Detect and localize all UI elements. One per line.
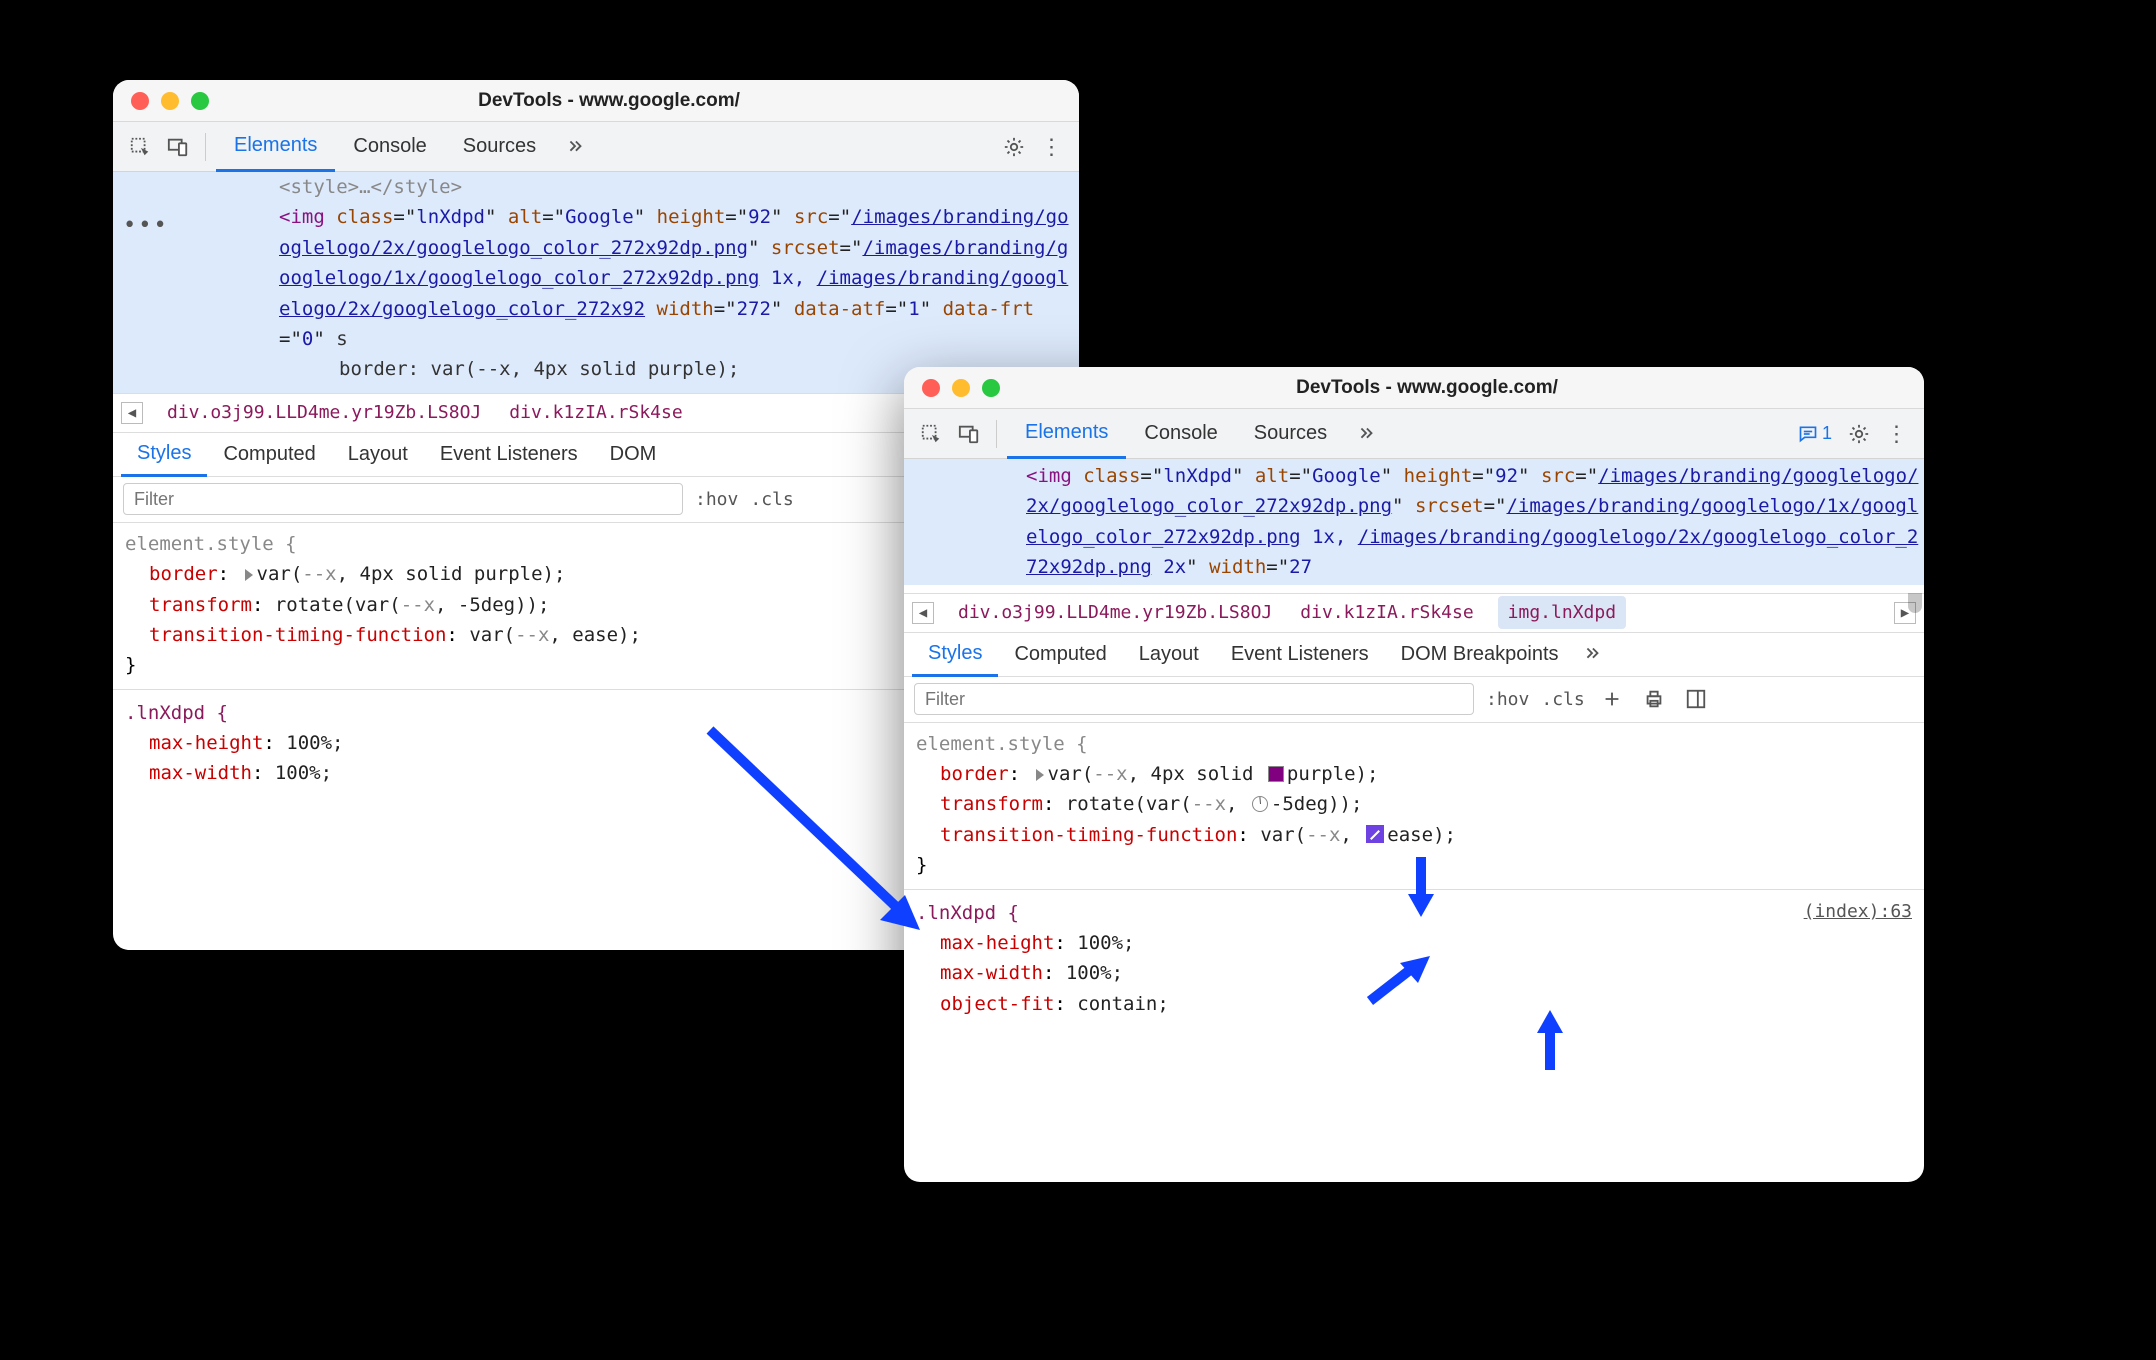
breadcrumb-item[interactable]: div.o3j99.LLD4me.yr19Zb.LS8OJ <box>954 602 1276 623</box>
breadcrumb-item[interactable]: div.k1zIA.rSk4se <box>1296 602 1477 623</box>
main-toolbar: Elements Console Sources 1 ⋮ <box>904 409 1924 459</box>
hov-toggle[interactable]: :hov <box>1486 689 1529 710</box>
css-declaration[interactable]: object-fit: contain; <box>940 989 1912 1019</box>
filter-input[interactable] <box>914 683 1474 715</box>
rule-source-link[interactable]: (index):63 <box>1804 898 1912 928</box>
new-rule-icon[interactable] <box>1597 684 1627 714</box>
dom-text: <style>…</style> <box>279 176 462 198</box>
print-icon[interactable] <box>1639 684 1669 714</box>
computed-panel-icon[interactable] <box>1681 684 1711 714</box>
tab-console[interactable]: Console <box>335 122 444 172</box>
more-tabs-icon[interactable] <box>558 130 592 164</box>
issues-badge[interactable]: 1 <box>1792 423 1838 444</box>
expand-triangle-icon[interactable] <box>1036 769 1044 781</box>
dom-tree[interactable]: <img class="lnXdpd" alt="Google" height=… <box>904 459 1924 593</box>
tab-elements[interactable]: Elements <box>216 122 335 172</box>
tab-dom-breakpoints[interactable]: DOM <box>594 432 673 476</box>
css-declaration[interactable]: max-width: 100%; <box>940 958 1912 988</box>
zoom-icon[interactable] <box>191 92 209 110</box>
more-tabs-icon[interactable] <box>1349 417 1383 451</box>
settings-icon[interactable] <box>1842 417 1876 451</box>
cls-toggle[interactable]: .cls <box>750 489 793 510</box>
dom-node-img[interactable]: <img class="lnXdpd" alt="Google" height=… <box>920 461 1924 583</box>
styles-tabs: Styles Computed Layout Event Listeners D… <box>904 633 1924 677</box>
breadcrumb-left-icon[interactable]: ◀ <box>912 602 934 624</box>
hov-toggle[interactable]: :hov <box>695 489 738 510</box>
close-icon[interactable] <box>131 92 149 110</box>
more-tabs-icon[interactable] <box>1575 637 1609 671</box>
bezier-swatch-icon[interactable] <box>1366 825 1384 843</box>
tab-styles[interactable]: Styles <box>121 433 207 477</box>
titlebar: DevTools - www.google.com/ <box>904 367 1924 409</box>
tab-layout[interactable]: Layout <box>332 432 424 476</box>
tab-elements[interactable]: Elements <box>1007 409 1126 459</box>
expand-triangle-icon[interactable] <box>245 569 253 581</box>
devtools-window-b: DevTools - www.google.com/ Elements Cons… <box>904 367 1924 1182</box>
settings-icon[interactable] <box>997 130 1031 164</box>
dom-tree[interactable]: ••• <style>…</style> <img class="lnXdpd"… <box>113 172 1079 393</box>
tab-event-listeners[interactable]: Event Listeners <box>1215 632 1385 676</box>
tab-styles[interactable]: Styles <box>912 633 998 677</box>
color-swatch-icon[interactable] <box>1268 766 1284 782</box>
tab-computed[interactable]: Computed <box>998 632 1122 676</box>
cls-toggle[interactable]: .cls <box>1541 689 1584 710</box>
menu-icon[interactable]: ⋮ <box>1035 130 1069 164</box>
issues-count: 1 <box>1822 423 1832 444</box>
tab-event-listeners[interactable]: Event Listeners <box>424 432 594 476</box>
tab-dom-breakpoints[interactable]: DOM Breakpoints <box>1385 632 1575 676</box>
ellipsis-icon[interactable]: ••• <box>123 208 169 243</box>
menu-icon[interactable]: ⋮ <box>1880 417 1914 451</box>
tab-layout[interactable]: Layout <box>1123 632 1215 676</box>
angle-swatch-icon[interactable] <box>1252 796 1268 812</box>
css-declaration[interactable]: border: var(--x, 4px solid purple); <box>940 759 1912 789</box>
main-toolbar: Elements Console Sources ⋮ <box>113 122 1079 172</box>
inspect-icon[interactable] <box>914 417 948 451</box>
close-icon[interactable] <box>922 379 940 397</box>
breadcrumb-item[interactable]: div.o3j99.LLD4me.yr19Zb.LS8OJ <box>163 402 485 423</box>
traffic-lights <box>113 92 209 110</box>
tab-sources[interactable]: Sources <box>1236 409 1345 459</box>
traffic-lights <box>904 379 1000 397</box>
breadcrumb-left-icon[interactable]: ◀ <box>121 402 143 424</box>
filter-input[interactable] <box>123 483 683 515</box>
device-toggle-icon[interactable] <box>161 130 195 164</box>
window-title: DevTools - www.google.com/ <box>209 90 1079 112</box>
rule-selector: element.style { <box>916 729 1912 759</box>
dom-node-img[interactable]: <img class="lnXdpd" alt="Google" height=… <box>129 202 1079 354</box>
breadcrumb-item[interactable]: div.k1zIA.rSk4se <box>505 402 686 423</box>
breadcrumbs: ◀ div.o3j99.LLD4me.yr19Zb.LS8OJ div.k1zI… <box>904 593 1924 633</box>
titlebar: DevTools - www.google.com/ <box>113 80 1079 122</box>
breadcrumb-item-active[interactable]: img.lnXdpd <box>1498 596 1626 629</box>
tab-console[interactable]: Console <box>1126 409 1235 459</box>
rule-close-brace: } <box>916 850 1912 880</box>
dom-text: border: var(--x, 4px solid purple); <box>339 358 739 380</box>
device-toggle-icon[interactable] <box>952 417 986 451</box>
window-title: DevTools - www.google.com/ <box>1000 377 1924 399</box>
minimize-icon[interactable] <box>952 379 970 397</box>
zoom-icon[interactable] <box>982 379 1000 397</box>
filter-bar: :hov .cls <box>904 677 1924 723</box>
css-declaration[interactable]: max-height: 100%; <box>940 928 1912 958</box>
tab-sources[interactable]: Sources <box>445 122 554 172</box>
styles-pane[interactable]: element.style { border: var(--x, 4px sol… <box>904 723 1924 1182</box>
rule-selector: .lnXdpd { <box>916 898 1019 928</box>
inspect-icon[interactable] <box>123 130 157 164</box>
css-declaration[interactable]: transition-timing-function: var(--x, eas… <box>940 820 1912 850</box>
tab-computed[interactable]: Computed <box>207 432 331 476</box>
minimize-icon[interactable] <box>161 92 179 110</box>
css-declaration[interactable]: transform: rotate(var(--x, -5deg)); <box>940 789 1912 819</box>
